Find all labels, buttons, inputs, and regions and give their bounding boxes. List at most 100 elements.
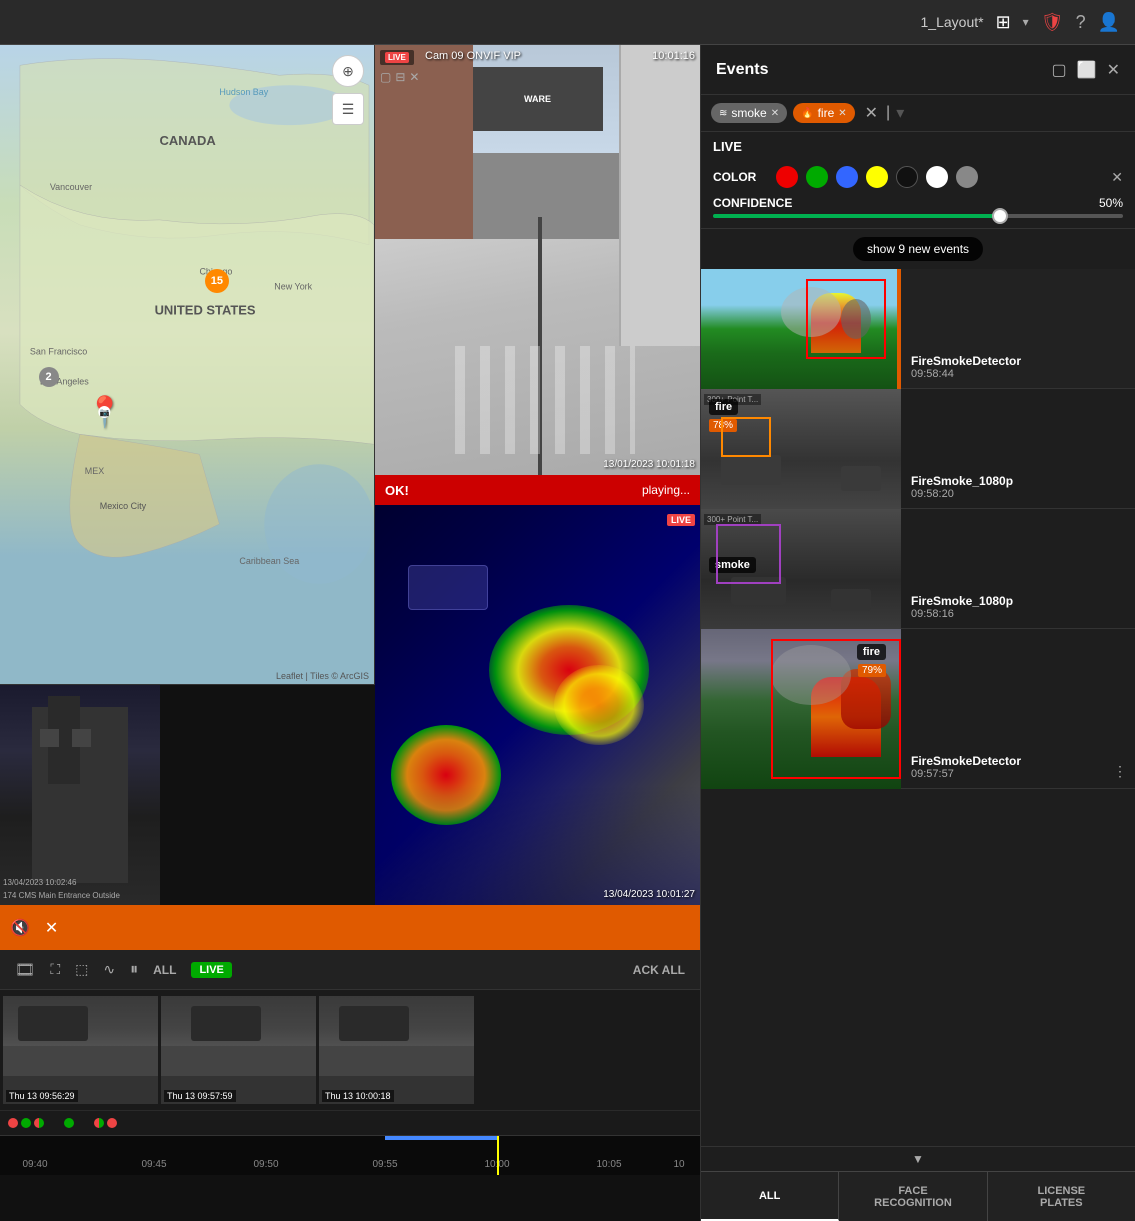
help-icon[interactable]: ? [1076, 12, 1086, 33]
filter-smoke-tag[interactable]: ≋ smoke ✕ [711, 103, 787, 123]
svg-text:Vancouver: Vancouver [50, 182, 92, 192]
confidence-thumb[interactable] [992, 208, 1008, 224]
svg-text:MEX: MEX [85, 466, 104, 476]
events-split-icon[interactable]: ⬜ [1077, 60, 1097, 80]
map-marker-2[interactable]: 2 [39, 367, 59, 387]
svg-text:Caribbean Sea: Caribbean Sea [239, 556, 299, 566]
color-blue[interactable] [836, 166, 858, 188]
bottom-tabs: ALL FACERECOGNITION LICENSEPLATES [701, 1171, 1135, 1221]
filter-dropdown-icon[interactable]: | [886, 104, 890, 122]
fire-remove-icon[interactable]: ✕ [838, 108, 846, 119]
all-label[interactable]: ALL [153, 963, 176, 977]
cam-split-icon[interactable]: ⊟ [395, 70, 405, 84]
fire-icon: 🔥 [801, 108, 813, 119]
shield-icon[interactable]: 🛡 [1041, 12, 1064, 33]
ok-text: OK! [385, 483, 409, 498]
filter-clear-icon[interactable]: ✕ [865, 103, 878, 123]
confidence-slider-wrap[interactable] [701, 214, 1135, 229]
dot-green-2 [64, 1118, 74, 1128]
mute-close-icon[interactable]: ✕ [45, 918, 58, 938]
cam-minimize-icon[interactable]: ▢ [380, 70, 391, 84]
waveform-icon[interactable]: ∿ [103, 961, 115, 978]
smoke-label: smoke [731, 106, 766, 120]
event-card-3[interactable]: 300+ Point T... smoke FireSmoke_1080p 09… [701, 509, 1135, 629]
notification-bar: 🔇 ✕ [0, 905, 700, 950]
tab-face-recognition[interactable]: FACERECOGNITION [839, 1172, 987, 1221]
map-marker-15[interactable]: 15 [205, 269, 229, 293]
event-thumb-3: 300+ Point T... smoke [701, 509, 901, 629]
playback-controls: 🎞 ⛶ ⬚ ∿ ⏸ ALL LIVE ACK ALL [0, 950, 700, 990]
filmstrip-icon[interactable]: 🎞 [15, 960, 35, 980]
svg-text:San Francisco: San Francisco [30, 347, 87, 357]
live-section: LIVE [701, 132, 1135, 162]
fire-label: fire [818, 106, 835, 120]
cam-name-label: Cam 09 ONVIF VIP [425, 50, 521, 62]
color-clear-icon[interactable]: ✕ [1111, 169, 1123, 186]
timeline-thumbs: Thu 13 09:56:29 Thu 13 09:57:59 [0, 990, 700, 1110]
filter-separator: ▾ [896, 103, 904, 123]
detection-box-2 [721, 417, 771, 457]
marker-icon[interactable]: ⬚ [75, 961, 88, 978]
smoke-remove-icon[interactable]: ✕ [771, 108, 779, 119]
event-card-2[interactable]: 300+ Point T... fire 78% FireSmoke_1080p… [701, 389, 1135, 509]
color-green[interactable] [806, 166, 828, 188]
tab-license-plates[interactable]: LICENSEPLATES [988, 1172, 1135, 1221]
mute-icon[interactable]: 🔇 [10, 918, 30, 938]
user-icon[interactable]: 👤 [1098, 12, 1120, 33]
color-yellow[interactable] [866, 166, 888, 188]
map-container[interactable]: CANADA UNITED STATES Vancouver Chicago N… [0, 45, 375, 685]
fit-icon[interactable]: ⛶ [50, 961, 60, 978]
time-10: 10 [673, 1159, 684, 1170]
detection-box-4 [771, 639, 901, 779]
event-menu-icon[interactable]: ⋮ [1113, 763, 1127, 780]
color-gray[interactable] [956, 166, 978, 188]
color-white[interactable] [926, 166, 948, 188]
time-09-50: 09:50 [253, 1159, 278, 1170]
thumb-label-1: Thu 13 09:56:29 [6, 1090, 78, 1102]
pause-icon[interactable]: ⏸ [130, 961, 138, 979]
cam-close-icon[interactable]: ✕ [409, 70, 419, 84]
cam-bl-label: 174 CMS Main Entrance Outside [3, 891, 120, 900]
map-marker-pin[interactable]: 📍 📷 [86, 398, 123, 428]
cam-thermal[interactable]: LIVE 13/04/2023 10:01:27 [375, 505, 700, 905]
playhead[interactable] [497, 1136, 499, 1175]
filter-fire-tag[interactable]: 🔥 fire ✕ [793, 103, 855, 123]
ack-all-button[interactable]: ACK ALL [633, 963, 685, 977]
thumb-2[interactable]: Thu 13 09:57:59 [161, 996, 316, 1104]
svg-text:Mexico City: Mexico City [100, 501, 147, 511]
thumb-1[interactable]: Thu 13 09:56:29 [3, 996, 158, 1104]
cam-bottom-left[interactable]: 13/04/2023 10:02:46 174 CMS Main Entranc… [0, 685, 160, 905]
live-badge: LIVE [385, 52, 409, 63]
locate-button[interactable]: ⊕ [332, 55, 364, 87]
cam-timestamp-top: 10:01:16 [652, 50, 695, 62]
leaflet-attribution: Leaflet | Tiles © ArcGIS [276, 671, 369, 681]
confidence-label: CONFIDENCE [713, 196, 1091, 210]
timeline-ruler[interactable]: 09:40 09:45 09:50 09:55 10:00 10:05 10 [0, 1135, 700, 1175]
color-red[interactable] [776, 166, 798, 188]
live-section-label: LIVE [713, 139, 742, 154]
camera-list-button[interactable]: ☰ [332, 93, 364, 125]
events-close-icon[interactable]: ✕ [1107, 60, 1120, 80]
cam-top-right[interactable]: WARE LIVE Cam 09 ONVIF VIP 10:01:16 [375, 45, 700, 475]
svg-text:Hudson Bay: Hudson Bay [219, 87, 268, 97]
event-card-4[interactable]: fire 79% FireSmokeDetector 09:57:57 ⋮ [701, 629, 1135, 789]
event-cam-4: FireSmokeDetector [911, 754, 1125, 768]
chevron-icon[interactable]: ▾ [1023, 15, 1029, 29]
time-09-55: 09:55 [372, 1159, 397, 1170]
thumb-3[interactable]: Thu 13 10:00:18 [319, 996, 474, 1104]
events-title: Events [716, 61, 768, 79]
scroll-down-indicator[interactable]: ▼ [701, 1146, 1135, 1171]
grid-icon[interactable]: ⊞ [996, 12, 1011, 33]
new-events-banner[interactable]: show 9 new events [701, 237, 1135, 261]
color-black[interactable] [896, 166, 918, 188]
events-minimize-icon[interactable]: ▢ [1052, 60, 1067, 80]
tab-all[interactable]: ALL [701, 1172, 839, 1221]
events-panel: Events ▢ ⬜ ✕ ≋ smoke ✕ 🔥 fire ✕ ✕ | ▾ [700, 45, 1135, 1221]
live-button[interactable]: LIVE [191, 962, 231, 978]
color-filter-row: COLOR ✕ [701, 162, 1135, 192]
dot-half [34, 1118, 44, 1128]
time-10-05: 10:05 [596, 1159, 621, 1170]
event-card-1[interactable]: FireSmokeDetector 09:58:44 [701, 269, 1135, 389]
confidence-value: 50% [1099, 196, 1123, 210]
event-cam-1: FireSmokeDetector [911, 354, 1125, 368]
